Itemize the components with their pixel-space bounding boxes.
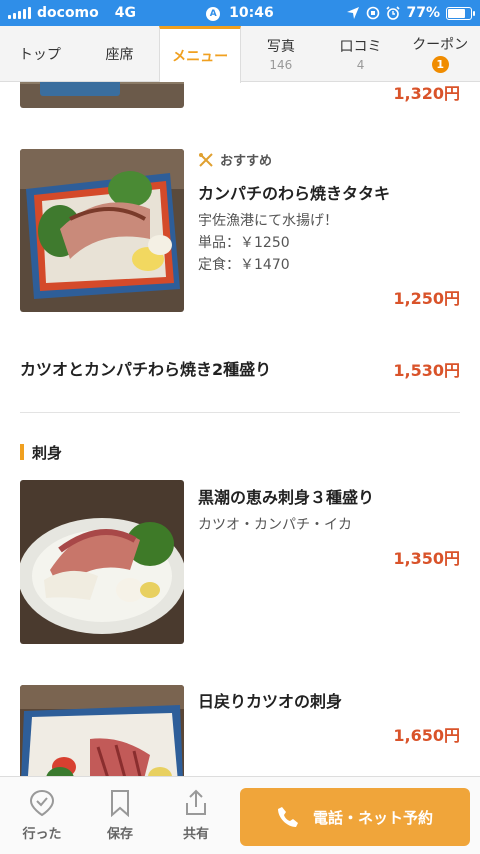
menu-item-title[interactable]: カツオとカンパチわら焼き2種盛り [20, 356, 271, 380]
tab-label: トップ [18, 46, 61, 63]
prev-item-price: 1,320円 [393, 84, 460, 103]
tab-top[interactable]: トップ [0, 26, 80, 81]
tab-label: 座席 [105, 46, 134, 63]
menu-item-title[interactable]: 黒潮の恵み刺身３種盛り [198, 484, 374, 508]
photo-count: 146 [269, 57, 293, 72]
menu-item-image[interactable] [20, 149, 184, 312]
menu-item-price: 1,350円 [393, 549, 460, 568]
visited-button[interactable]: 行った [12, 789, 72, 842]
review-count: 4 [356, 57, 365, 72]
recommend-label: おすすめ [220, 154, 273, 169]
menu-item-price: 1,530円 [393, 361, 460, 380]
menu-item-set-price: 定食：￥1470 [198, 257, 290, 273]
battery-icon [446, 6, 475, 20]
battery-percent: 77% [406, 5, 440, 21]
share-label: 共有 [182, 827, 209, 842]
tab-menu[interactable]: メニュー [159, 26, 242, 83]
tab-bar: トップ 座席 メニュー 写真 146 口コミ 4 クーポン 1 [0, 26, 480, 83]
tab-label: 口コミ [339, 38, 382, 55]
menu-item-title[interactable]: 日戻りカツオの刺身 [198, 688, 342, 712]
location-lock-icon: A [206, 7, 221, 21]
bookmark-icon [111, 790, 129, 817]
menu-item-image[interactable] [20, 480, 184, 644]
checkmark-pin-icon [29, 789, 55, 817]
tab-label: 写真 [266, 38, 295, 55]
tab-seats[interactable]: 座席 [80, 26, 160, 81]
bottom-action-bar: 行った 保存 共有 電話・ネット予約 [0, 776, 480, 854]
phone-icon [277, 807, 298, 827]
cutlery-icon [199, 152, 213, 167]
menu-item-price: 1,650円 [393, 726, 460, 745]
menu-item-price: 1,250円 [393, 289, 460, 308]
save-label: 保存 [106, 827, 133, 842]
visited-label: 行った [22, 827, 62, 842]
menu-list[interactable]: 1,320円 おすすめ カンパチのわら焼きタタキ 宇佐漁港にて水揚げ！ 単品：￥… [0, 82, 480, 776]
share-icon [186, 789, 206, 815]
tab-reviews[interactable]: 口コミ 4 [321, 26, 401, 81]
menu-item-title[interactable]: カンパチのわら焼きタタキ [198, 180, 390, 204]
divider [20, 412, 460, 413]
menu-item-single-price: 単品：￥1250 [198, 235, 290, 251]
recommend-tag: おすすめ [198, 150, 272, 169]
tab-label: クーポン [412, 37, 469, 53]
orientation-lock-icon [367, 6, 380, 20]
tab-coupons[interactable]: クーポン 1 [400, 26, 480, 81]
save-button[interactable]: 保存 [90, 789, 150, 842]
share-button[interactable]: 共有 [166, 789, 226, 842]
status-bar: docomo 4G A 10:46 77% [0, 0, 480, 26]
clock: 10:46 [229, 5, 274, 21]
coupon-badge: 1 [431, 56, 449, 73]
tab-photos[interactable]: 写真 146 [241, 26, 321, 81]
menu-item-image[interactable] [20, 685, 184, 776]
location-arrow-icon [347, 7, 360, 19]
call-reserve-button[interactable]: 電話・ネット予約 [240, 788, 470, 846]
call-reserve-label: 電話・ネット予約 [312, 808, 433, 827]
section-heading: 刺身 [20, 442, 62, 463]
prev-item-image[interactable] [20, 82, 184, 108]
alarm-icon [386, 6, 401, 20]
tab-label: メニュー [172, 49, 229, 65]
menu-item-desc: カツオ・カンパチ・イカ [198, 517, 352, 533]
menu-item-desc: 宇佐漁港にて水揚げ！ [198, 213, 338, 229]
